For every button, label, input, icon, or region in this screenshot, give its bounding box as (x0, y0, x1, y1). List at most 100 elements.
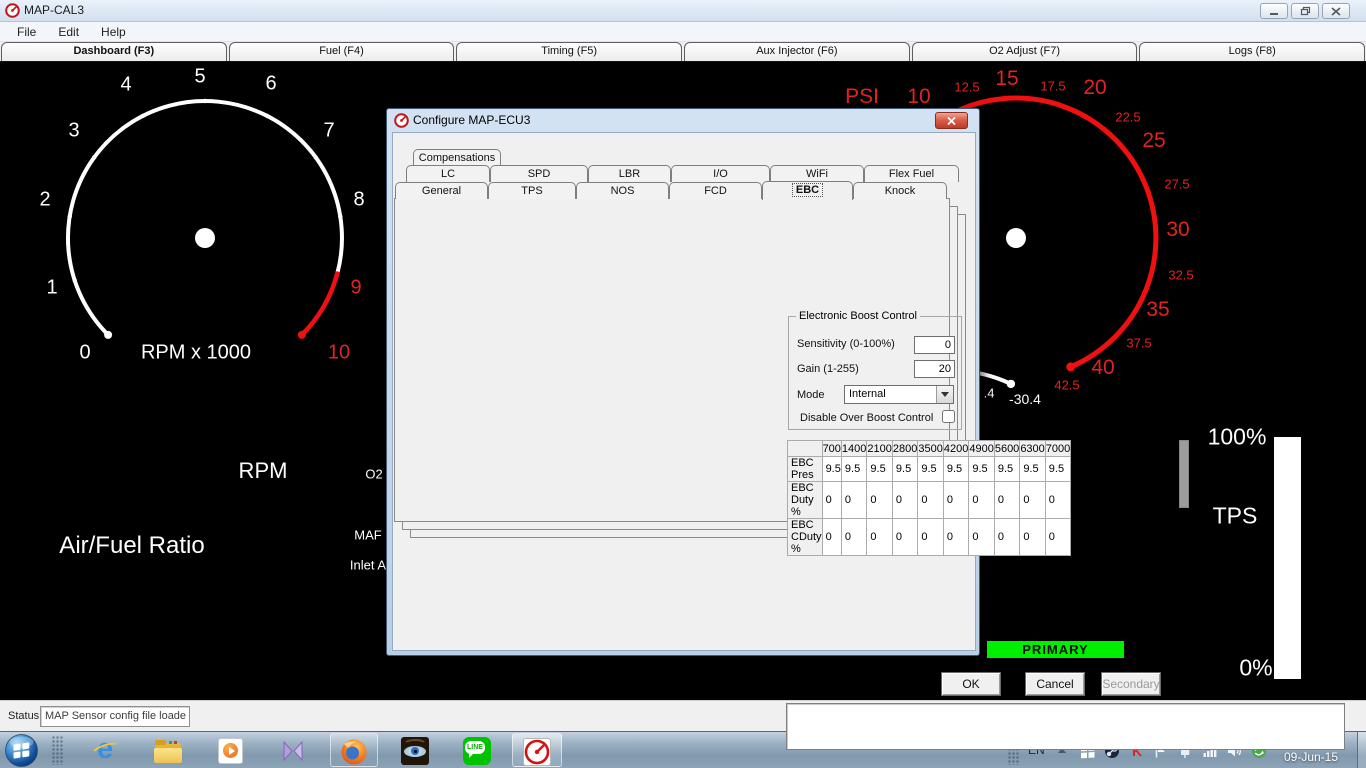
dialog-message-area[interactable] (786, 703, 1345, 750)
ebc-cell[interactable]: 9.5 (841, 457, 866, 482)
ebc-cell[interactable]: 0 (943, 519, 968, 556)
dialog-tab-fcd[interactable]: FCD (669, 182, 762, 199)
ebc-cell[interactable]: 0 (841, 519, 866, 556)
mode-label: Mode (797, 389, 825, 401)
ebc-cell[interactable]: 0 (867, 482, 892, 519)
ebc-col-header: 3500 (918, 441, 943, 457)
ebc-cell[interactable]: 9.5 (994, 457, 1019, 482)
dialog-tab-knock[interactable]: Knock (853, 182, 947, 199)
media-player-icon[interactable] (214, 735, 246, 767)
photo-viewer-icon[interactable] (399, 735, 431, 767)
ebc-cell[interactable]: 9.5 (867, 457, 892, 482)
ebc-col-header: 6300 (1020, 441, 1045, 457)
line-app-icon[interactable]: LINE (461, 735, 493, 767)
rpm-scale-4: 4 (120, 74, 131, 97)
tab-dashboard-f3[interactable]: Dashboard (F3) (1, 42, 227, 61)
psi-gauge-arc (952, 98, 1156, 367)
mapcal-task-button[interactable] (512, 733, 562, 767)
menu-edit[interactable]: Edit (47, 24, 90, 40)
window-title: MAP-CAL3 (24, 3, 84, 17)
o2-readout-label: O2 (365, 467, 382, 482)
file-explorer-icon[interactable] (152, 735, 184, 767)
psi-gauge-hub (1006, 228, 1026, 248)
dialog-tab-ebc[interactable]: EBC (762, 181, 853, 200)
ebc-cell[interactable]: 0 (892, 519, 917, 556)
ebc-cell[interactable]: 0 (1045, 519, 1070, 556)
ebc-cell[interactable]: 0 (841, 482, 866, 519)
dialog-tab-tps[interactable]: TPS (488, 182, 576, 199)
tab-o2-adjust-f7[interactable]: O2 Adjust (F7) (912, 42, 1138, 61)
ebc-table: 700140021002800350042004900560063007000E… (787, 440, 1071, 556)
menu-help[interactable]: Help (90, 24, 137, 40)
ebc-cell[interactable]: 0 (1020, 519, 1045, 556)
tab-logs-f8[interactable]: Logs (F8) (1139, 42, 1365, 61)
dialog-tab-i-o[interactable]: I/O (671, 165, 770, 182)
start-button[interactable] (4, 733, 39, 768)
ebc-cell[interactable]: 0 (969, 519, 994, 556)
inlet-readout-label: Inlet A (350, 558, 386, 573)
inlet-gauge-needle-tip (1007, 380, 1015, 388)
restore-button[interactable] (1291, 3, 1319, 19)
ebc-cell[interactable]: 0 (1045, 482, 1070, 519)
ebc-cell[interactable]: 0 (892, 482, 917, 519)
ok-button[interactable]: OK (941, 672, 1001, 696)
disable-overboost-checkbox[interactable] (942, 410, 955, 423)
tab-timing-f5[interactable]: Timing (F5) (456, 42, 682, 61)
ebc-cell[interactable]: 9.5 (969, 457, 994, 482)
chevron-down-icon[interactable] (936, 386, 953, 403)
psi-scale-42-5: 42.5 (1054, 378, 1079, 393)
ebc-cell[interactable]: 0 (822, 519, 841, 556)
dialog-tab-lbr[interactable]: LBR (588, 165, 671, 182)
firefox-task-button[interactable] (330, 733, 378, 767)
minimize-button[interactable] (1260, 3, 1288, 19)
ebc-cell[interactable]: 0 (994, 482, 1019, 519)
dialog-tab-nos[interactable]: NOS (576, 182, 669, 199)
ebc-row-label: EBC Duty % (788, 482, 823, 519)
ebc-cell[interactable]: 0 (918, 482, 943, 519)
ebc-cell[interactable]: 0 (867, 519, 892, 556)
dialog-tab-flex-fuel[interactable]: Flex Fuel (864, 165, 959, 182)
show-desktop-button[interactable] (1357, 732, 1366, 768)
kmplayer-icon[interactable] (277, 735, 309, 767)
sensitivity-label: Sensitivity (0-100%) (797, 338, 895, 350)
rpm-scale-8: 8 (353, 189, 364, 212)
ebc-cell[interactable]: 9.5 (892, 457, 917, 482)
gain-input[interactable] (914, 360, 955, 378)
ebc-cell[interactable]: 0 (822, 482, 841, 519)
psi-scale-12-5: 12.5 (954, 80, 979, 95)
ebc-col-header: 700 (822, 441, 841, 457)
tab-aux-injector-f6[interactable]: Aux Injector (F6) (684, 42, 910, 61)
gauge-readout-partial: .4 (984, 386, 995, 401)
menu-file[interactable]: File (6, 24, 47, 40)
tab-fuel-f4[interactable]: Fuel (F4) (229, 42, 455, 61)
dialog-tab-general[interactable]: General (395, 182, 488, 199)
taskbar-grip[interactable] (52, 736, 64, 765)
close-button[interactable] (1322, 3, 1350, 19)
dialog-tab-wifi[interactable]: WiFi (770, 165, 864, 182)
ebc-col-header: 2800 (892, 441, 917, 457)
ebc-cell[interactable]: 9.5 (1045, 457, 1070, 482)
mode-dropdown[interactable]: Internal (844, 385, 954, 404)
ebc-cell[interactable]: 0 (943, 482, 968, 519)
ebc-cell[interactable]: 0 (969, 482, 994, 519)
ebc-col-header: 1400 (841, 441, 866, 457)
ebc-cell[interactable]: 0 (994, 519, 1019, 556)
ebc-cell[interactable]: 9.5 (822, 457, 841, 482)
ebc-cell[interactable]: 9.5 (918, 457, 943, 482)
tps-min-label: 0% (1239, 655, 1272, 682)
dialog-tab-spd[interactable]: SPD (490, 165, 588, 182)
windows-orb-icon (4, 733, 39, 768)
dialog-tab-compensations[interactable]: Compensations (413, 149, 501, 166)
ebc-cell[interactable]: 0 (918, 519, 943, 556)
sensitivity-input[interactable] (914, 336, 955, 354)
dialog-tab-lc[interactable]: LC (406, 165, 490, 182)
clock-date: 09-Jun-15 (1276, 750, 1346, 765)
ebc-table-scrollbar[interactable] (1179, 440, 1189, 508)
cancel-button[interactable]: Cancel (1025, 672, 1085, 696)
ebc-cell[interactable]: 9.5 (943, 457, 968, 482)
internet-explorer-icon[interactable]: e (90, 735, 122, 767)
rpm-gauge-ticks (67, 99, 342, 339)
ebc-cell[interactable]: 9.5 (1020, 457, 1045, 482)
ebc-cell[interactable]: 0 (1020, 482, 1045, 519)
psi-scale-30: 30 (1166, 218, 1189, 242)
